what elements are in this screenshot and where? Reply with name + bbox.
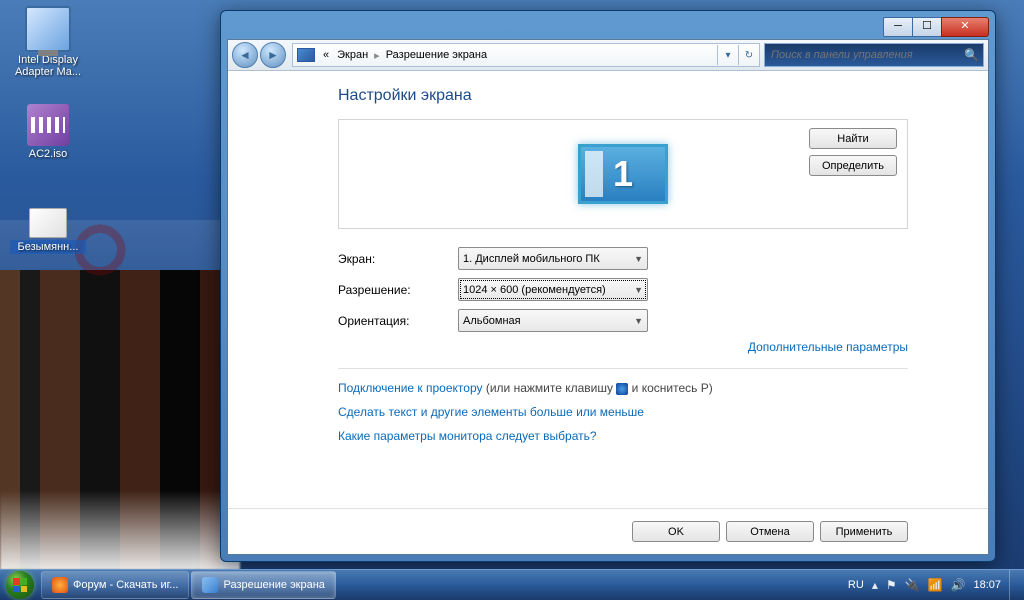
taskbar-item-resolution[interactable]: Разрешение экрана — [191, 571, 335, 599]
projector-link[interactable]: Подключение к проектору — [338, 381, 483, 395]
taskbar-item-firefox[interactable]: Форум - Скачать иг... — [41, 571, 189, 599]
desktop-icon-ac2-iso[interactable]: AC2.iso — [10, 104, 86, 160]
windows-key-icon — [616, 383, 628, 395]
close-button[interactable]: ✕ — [941, 17, 989, 37]
text-size-link[interactable]: Сделать текст и другие элементы больше и… — [338, 405, 644, 419]
control-panel-icon — [297, 48, 315, 62]
breadcrumb[interactable]: « Экран ▸ Разрешение экрана ▾ ↻ — [292, 43, 760, 67]
titlebar-controls: ─ ☐ ✕ — [884, 17, 989, 37]
maximize-button[interactable]: ☐ — [912, 17, 942, 37]
which-params-link[interactable]: Какие параметры монитора следует выбрать… — [338, 429, 597, 443]
chevron-right-icon: ▸ — [372, 49, 382, 62]
search-icon[interactable]: 🔍 — [964, 48, 979, 62]
chevron-down-icon: ▼ — [634, 285, 643, 295]
display-icon — [202, 577, 218, 593]
select-orientation[interactable]: Альбомная ▼ — [458, 309, 648, 332]
chevron-down-icon: ▼ — [634, 316, 643, 326]
network-icon[interactable]: 📶 — [928, 578, 943, 592]
firefox-icon — [52, 577, 68, 593]
select-resolution[interactable]: 1024 × 600 (рекомендуется) ▼ — [458, 278, 648, 301]
footer-buttons: OK Отмена Применить — [228, 508, 988, 554]
language-indicator[interactable]: RU — [848, 579, 864, 591]
select-screen[interactable]: 1. Дисплей мобильного ПК ▼ — [458, 247, 648, 270]
clock[interactable]: 18:07 — [973, 579, 1001, 591]
window-screen-resolution: ─ ☐ ✕ ◄ ► « Экран ▸ Разрешение экрана ▾ … — [220, 10, 996, 562]
search-box[interactable]: 🔍 — [764, 43, 984, 67]
label-resolution: Разрешение: — [338, 283, 458, 297]
chevron-down-icon: ▼ — [634, 254, 643, 264]
identify-button[interactable]: Определить — [809, 155, 897, 176]
divider — [338, 368, 908, 369]
search-input[interactable] — [769, 48, 964, 62]
window-body: ◄ ► « Экран ▸ Разрешение экрана ▾ ↻ 🔍 — [227, 39, 989, 555]
breadcrumb-screen[interactable]: Экран — [333, 49, 372, 61]
label-orientation: Ориентация: — [338, 314, 458, 328]
desktop-icon-display-adapter[interactable]: Intel Display Adapter Ma... — [10, 6, 86, 78]
desktop-icon-untitled[interactable]: Безымянн... — [10, 200, 86, 254]
advanced-settings-link[interactable]: Дополнительные параметры — [748, 340, 908, 354]
content-area: Настройки экрана 1 Найти Определить Экра… — [228, 71, 988, 508]
detect-button[interactable]: Найти — [809, 128, 897, 149]
breadcrumb-resolution[interactable]: Разрешение экрана — [382, 49, 491, 61]
file-icon — [29, 208, 67, 238]
navigation-bar: ◄ ► « Экран ▸ Разрешение экрана ▾ ↻ 🔍 — [228, 40, 988, 71]
ok-button[interactable]: OK — [632, 521, 720, 542]
display-preview-box: 1 Найти Определить — [338, 119, 908, 229]
refresh-button[interactable]: ↻ — [738, 45, 759, 65]
taskbar: Форум - Скачать иг... Разрешение экрана … — [0, 569, 1024, 600]
minimize-button[interactable]: ─ — [883, 17, 913, 37]
page-title: Настройки экрана — [338, 87, 908, 105]
tray-show-hidden-icon[interactable]: ▴ — [872, 578, 878, 592]
apply-button[interactable]: Применить — [820, 521, 908, 542]
volume-icon[interactable]: 🔊 — [951, 578, 966, 592]
monitor-1-preview[interactable]: 1 — [578, 144, 668, 204]
start-button[interactable] — [0, 570, 40, 600]
nav-back-button[interactable]: ◄ — [232, 42, 258, 68]
nav-forward-button[interactable]: ► — [260, 42, 286, 68]
desktop: Intel Display Adapter Ma... AC2.iso Безы… — [0, 0, 1024, 600]
action-center-icon[interactable]: ⚑ — [886, 578, 897, 592]
show-desktop-button[interactable] — [1009, 570, 1020, 600]
label-screen: Экран: — [338, 252, 458, 266]
windows-logo-icon — [13, 578, 27, 592]
monitor-icon — [25, 6, 71, 52]
cancel-button[interactable]: Отмена — [726, 521, 814, 542]
system-tray: RU ▴ ⚑ 🔌 📶 🔊 18:07 — [848, 570, 1024, 600]
breadcrumb-dropdown-button[interactable]: ▾ — [717, 45, 738, 65]
archive-icon — [27, 104, 69, 146]
power-icon[interactable]: 🔌 — [905, 578, 920, 592]
